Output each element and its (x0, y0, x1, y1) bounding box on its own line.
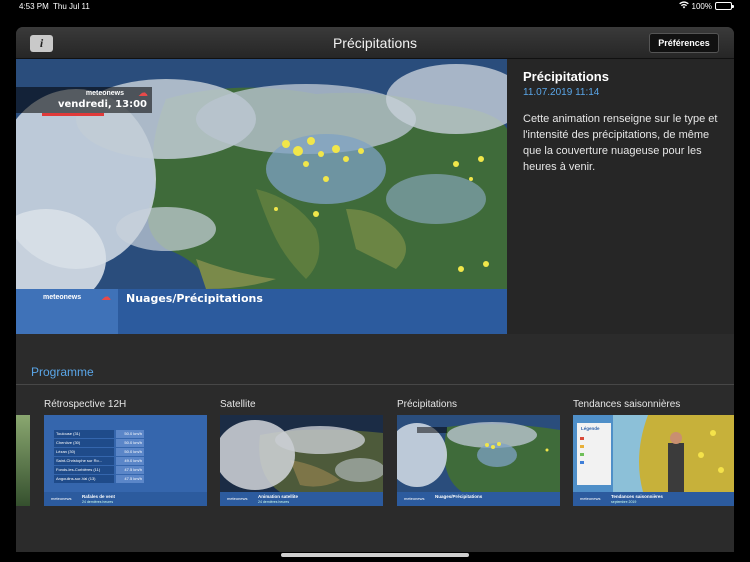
status-date: Thu Jul 11 (53, 2, 90, 11)
description-panel: Précipitations 11.07.2019 11:14 Cette an… (523, 69, 719, 175)
preferences-button[interactable]: Préférences (649, 33, 719, 53)
table-row: Angoulins-sur-Val (13) 47.5 km/h (54, 475, 144, 483)
thumbnail-strip: meteonews Animation satellite 24 dernièr… (220, 492, 383, 506)
description-title: Précipitations (523, 69, 609, 84)
programme-item[interactable]: Tendances saisonnières Légende meteonews (573, 399, 734, 506)
status-bar: 4:53 PM Thu Jul 11 100% (0, 0, 750, 14)
programme-thumbnail[interactable]: Toulouse (31) 50.0 km/h Chenôve (30) 50.0 … (44, 415, 207, 506)
video-brand-logo: meteonews (85, 90, 124, 97)
programme-item[interactable]: Rétrospective 12H Toulouse (31) 50.0 km/h… (44, 399, 207, 506)
programme-item[interactable]: Satellite meteonews Animation satellite … (220, 399, 383, 506)
video-lower-third: meteonews ☁ Nuages/Précipitations (16, 289, 507, 334)
programme-item-label: Rétrospective 12H (44, 399, 127, 410)
programme-item[interactable]: Précipitations meteonews Nuages/Précipit… (397, 399, 560, 506)
table-row: Fonds-les-Corbières (11) 47.5 km/h (54, 466, 144, 474)
programme-thumbnail[interactable]: meteonews Nuages/Précipitations (397, 415, 560, 506)
page-title: Précipitations (332, 35, 418, 51)
video-clock-overlay: meteonews ☁ vendredi, 13:00 (16, 87, 152, 116)
home-indicator[interactable] (281, 553, 469, 557)
description-text: Cette animation renseigne sur le type et… (523, 113, 718, 173)
wind-gust-table: Toulouse (31) 50.0 km/h Chenôve (30) 50.0 … (54, 430, 144, 484)
lower-third-title: Nuages/Précipitations (126, 292, 263, 305)
programme-carousel[interactable]: Rétrospective 12H Toulouse (31) 50.0 km/h… (16, 399, 734, 519)
status-right: 100% (678, 1, 734, 11)
cloud-logo-icon: ☁ (101, 292, 111, 303)
hero-section: meteonews ☁ vendredi, 13:00 meteonews ☁ … (16, 59, 734, 334)
battery-icon (715, 2, 734, 10)
programme-thumbnail[interactable]: meteonews Animation satellite 24 dernièr… (220, 415, 383, 506)
thumbnail-strip: meteonews Nuages/Précipitations (397, 492, 560, 506)
battery-percent: 100% (691, 1, 712, 11)
video-clock: vendredi, 13:00 (58, 99, 147, 110)
programme-thumbnail[interactable]: Légende meteonews Tendances saisonnières… (573, 415, 734, 506)
wifi-icon (678, 1, 689, 11)
table-row: Lézan (30) 50.0 km/h (54, 448, 144, 456)
clock-underline (42, 113, 104, 116)
description-date: 11.07.2019 11:14 (523, 87, 600, 98)
legend-label: Légende (581, 426, 600, 431)
navigation-bar: i Précipitations Préférences (16, 27, 734, 59)
programme-title: Programme (31, 365, 94, 379)
app-window: i Précipitations Préférences meteonews ☁… (16, 27, 734, 552)
lower-third-brand: meteonews (43, 294, 82, 301)
section-divider (16, 384, 734, 385)
thumbnail-strip: meteonews Rafales de vent 24 dernières h… (44, 492, 207, 506)
status-time: 4:53 PM (19, 2, 49, 11)
cloud-logo-icon: ☁ (138, 88, 148, 99)
programme-item-label: Satellite (220, 399, 256, 410)
partial-thumbnail[interactable] (16, 415, 30, 506)
table-row: Toulouse (31) 50.0 km/h (54, 430, 144, 438)
table-row: Chenôve (30) 50.0 km/h (54, 439, 144, 447)
thumbnail-strip: meteonews Tendances saisonnières septemb… (573, 492, 734, 506)
programme-item-label: Précipitations (397, 399, 458, 410)
programme-item-label: Tendances saisonnières (573, 399, 681, 410)
video-player[interactable]: meteonews ☁ vendredi, 13:00 meteonews ☁ … (16, 59, 507, 334)
table-row: Saint-Christophe sur Ro... 49.0 km/h (54, 457, 144, 465)
